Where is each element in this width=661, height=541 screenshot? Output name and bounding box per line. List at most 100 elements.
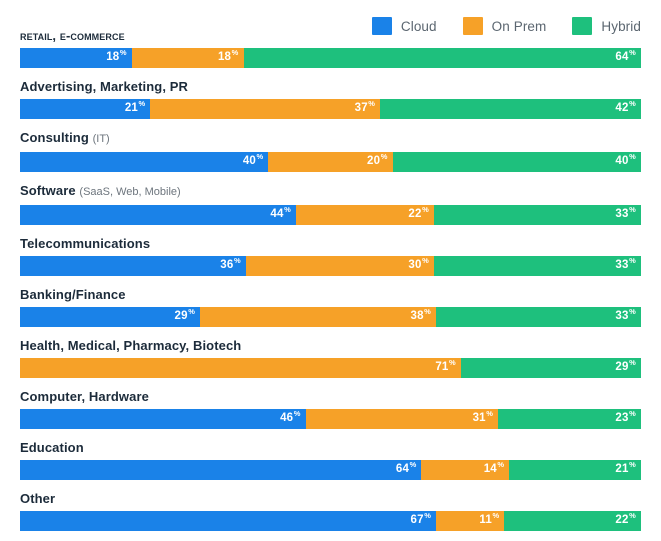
bar-segment-value: 44% [270, 206, 291, 221]
bar-segment-value: 64% [615, 49, 636, 64]
percent-sign: % [233, 256, 241, 266]
bar-segment-value: 64% [396, 461, 417, 476]
bar-segment-on_prem[interactable]: 38% [200, 307, 437, 327]
chart-row: Software (SaaS, Web, Mobile) 44% 22% 33% [20, 182, 641, 225]
bar-segment-cloud[interactable]: 18% [20, 48, 132, 68]
bar-segment-on_prem[interactable]: 14% [421, 460, 510, 480]
row-label-main: Telecommunications [20, 236, 151, 251]
row-label-main: Software [20, 183, 76, 198]
bar-segment-value: 11% [479, 512, 499, 527]
percent-sign: % [422, 205, 429, 215]
stacked-bar: 46% 31% 23% [20, 409, 641, 429]
bar-segment-value: 21% [125, 100, 146, 115]
bar-segment-hybrid[interactable]: 29% [460, 358, 641, 378]
bar-segment-number: 38 [410, 310, 424, 323]
percent-sign: % [629, 99, 636, 109]
bar-segment-cloud[interactable]: 44% [20, 205, 296, 225]
legend-swatch-on_prem-icon [462, 17, 483, 35]
percent-sign: % [629, 152, 636, 162]
bar-segment-value: 21% [615, 461, 636, 476]
percent-sign: % [629, 511, 636, 521]
bar-segment-on_prem[interactable]: 71% [20, 358, 461, 378]
bar-segment-number: 29 [615, 361, 629, 374]
bar-segment-number: 30 [408, 259, 422, 272]
legend-item-on_prem[interactable]: On Prem [462, 17, 547, 35]
percent-sign: % [629, 409, 636, 419]
bar-segment-value: 29% [175, 308, 196, 323]
chart-row: Banking/Finance 29% 38% 33% [20, 286, 641, 327]
bar-segment-hybrid[interactable]: 33% [436, 307, 641, 327]
bar-segment-hybrid[interactable]: 64% [243, 48, 641, 68]
legend-item-cloud[interactable]: Cloud [371, 17, 437, 35]
chart-row: Computer, Hardware 46% 31% 23% [20, 388, 641, 429]
bar-segment-on_prem[interactable]: 20% [268, 152, 393, 172]
bar-segment-value: 29% [615, 359, 636, 374]
percent-sign: % [380, 152, 388, 162]
bar-segment-value: 67% [410, 512, 431, 527]
bar-segment-number: 21 [615, 463, 629, 476]
percent-sign: % [629, 48, 636, 58]
stacked-bar: 29% 38% 33% [20, 307, 641, 327]
percent-sign: % [368, 99, 376, 109]
row-label-sub: (SaaS, Web, Mobile) [79, 186, 181, 198]
chart-row: Consulting (IT) 40% 20% 40% [20, 129, 641, 172]
percent-sign: % [231, 48, 239, 58]
bar-segment-hybrid[interactable]: 22% [504, 511, 641, 531]
percent-sign: % [629, 205, 636, 215]
bar-segment-value: 36% [220, 257, 241, 272]
bar-segment-value: 18% [218, 49, 239, 64]
row-label: Advertising, Marketing, PR [20, 78, 641, 95]
bar-segment-number: 64 [615, 51, 629, 64]
bar-segment-cloud[interactable]: 29% [20, 307, 201, 327]
bar-segment-hybrid[interactable]: 42% [380, 99, 641, 119]
bar-segment-hybrid[interactable]: 33% [433, 256, 641, 276]
row-label-main: Other [20, 491, 56, 506]
percent-sign: % [293, 409, 301, 419]
bar-segment-number: 22 [408, 208, 422, 221]
bar-segment-number: 42 [615, 102, 629, 115]
chart-rows: Retail, E-commerce 18% 18% 64% Advertising, … [20, 27, 641, 541]
bar-segment-cloud[interactable]: 64% [20, 460, 422, 480]
bar-segment-value: 33% [615, 257, 636, 272]
bar-segment-value: 33% [615, 206, 636, 221]
bar-segment-on_prem[interactable]: 31% [305, 409, 499, 429]
stacked-bar: 18% 18% 64% [20, 48, 641, 68]
bar-segment-on_prem[interactable]: 18% [131, 48, 244, 68]
bar-segment-cloud[interactable]: 40% [20, 152, 269, 172]
bar-segment-cloud[interactable]: 36% [20, 256, 246, 276]
stacked-bar: 21% 37% 42% [20, 99, 641, 119]
bar-segment-number: 22 [615, 514, 629, 527]
row-label: Software (SaaS, Web, Mobile) [20, 182, 641, 201]
bar-segment-cloud[interactable]: 67% [20, 511, 437, 531]
row-label-main: Health, Medical, Pharmacy, Biotech [20, 338, 242, 353]
bar-segment-number: 31 [472, 412, 486, 425]
bar-segment-hybrid[interactable]: 23% [498, 409, 641, 429]
row-label: Consulting (IT) [20, 129, 641, 148]
legend-item-hybrid[interactable]: Hybrid [572, 17, 641, 35]
percent-sign: % [629, 256, 636, 266]
percent-sign: % [449, 358, 456, 368]
stacked-bar: 71% 29% [20, 358, 641, 378]
legend-label: Hybrid [601, 18, 641, 34]
bar-segment-hybrid[interactable]: 21% [509, 460, 641, 480]
bar-segment-on_prem[interactable]: 30% [245, 256, 434, 276]
bar-segment-on_prem[interactable]: 22% [295, 205, 434, 225]
bar-segment-number: 44 [270, 208, 284, 221]
bar-segment-number: 33 [615, 310, 629, 323]
bar-segment-on_prem[interactable]: 11% [436, 511, 505, 531]
row-label: Computer, Hardware [20, 388, 641, 405]
bar-segment-value: 42% [615, 100, 636, 115]
percent-sign: % [284, 205, 291, 215]
bar-segment-cloud[interactable]: 21% [20, 99, 151, 119]
row-label-main: Advertising, Marketing, PR [20, 79, 189, 94]
bar-segment-on_prem[interactable]: 37% [150, 99, 381, 119]
bar-segment-value: 18% [106, 49, 127, 64]
chart-row: Health, Medical, Pharmacy, Biotech 71% 29% [20, 337, 641, 378]
bar-segment-value: 37% [355, 100, 376, 115]
bar-segment-hybrid[interactable]: 40% [392, 152, 641, 172]
bar-segment-hybrid[interactable]: 33% [433, 205, 641, 225]
bar-segment-number: 14 [483, 463, 497, 476]
bar-segment-number: 71 [435, 361, 449, 374]
bar-segment-cloud[interactable]: 46% [20, 409, 306, 429]
chart-row: Advertising, Marketing, PR 21% 37% 42% [20, 78, 641, 119]
